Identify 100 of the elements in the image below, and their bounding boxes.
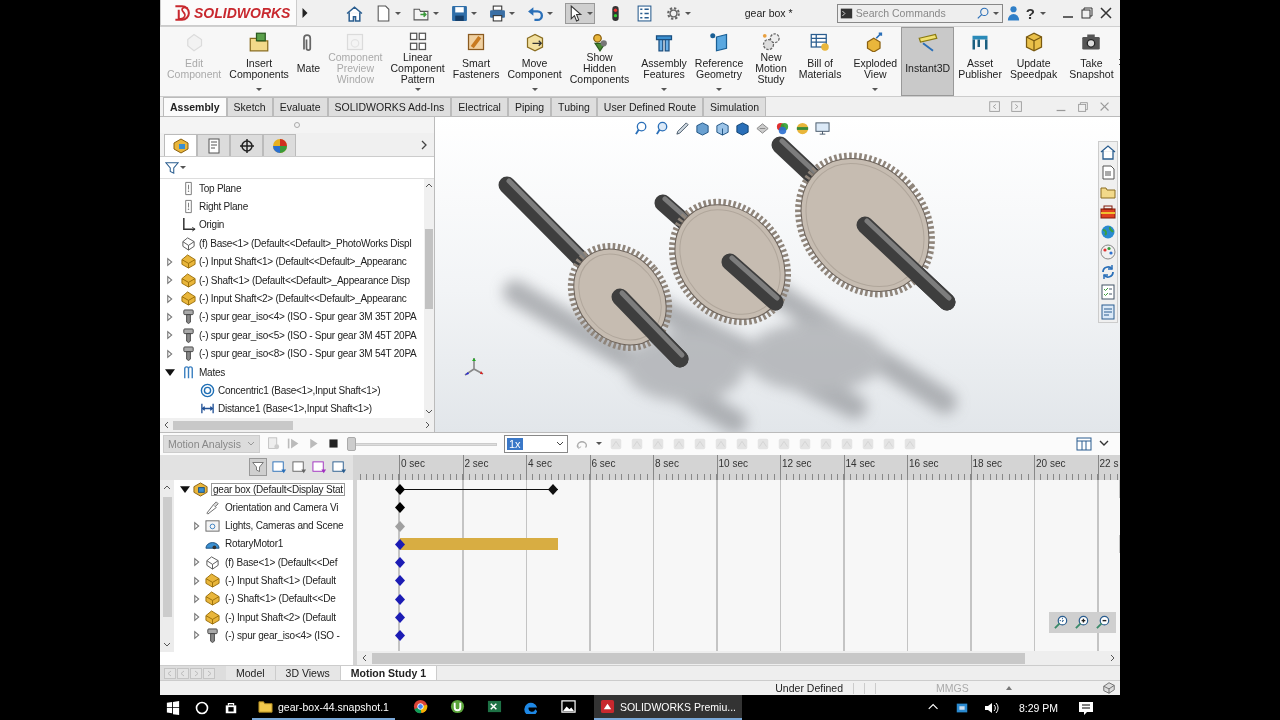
caret-icon[interactable] <box>414 87 421 91</box>
key-marker[interactable] <box>395 575 405 587</box>
ribbon-command[interactable]: Move Component <box>503 27 566 96</box>
scroll-left-icon[interactable] <box>163 421 170 429</box>
tree-item[interactable]: Distance1 (Base<1>,Input Shaft<1>) <box>218 403 372 415</box>
selected-filter-icon[interactable] <box>312 459 327 475</box>
caret-icon[interactable] <box>596 442 602 446</box>
taskbar-button[interactable]: SOLIDWORKS Premiu... <box>593 695 742 720</box>
save-icon[interactable] <box>451 4 469 22</box>
tree-item[interactable]: (-) spur gear_iso<4> (ISO - Spur gear 3M 35T 20PA <box>199 311 417 323</box>
tree-item[interactable]: (f) Base<1> (Default<<Default>_PhotoWorks Displ <box>199 237 412 249</box>
home-icon[interactable] <box>346 4 364 22</box>
ribbon-command[interactable]: Smart Fasteners <box>448 27 504 96</box>
cad-app-icon[interactable] <box>599 699 615 714</box>
caret-icon[interactable] <box>395 11 402 15</box>
ribbon-command[interactable]: Instant3D <box>901 27 955 96</box>
tree-item[interactable]: (-) spur gear_iso<4> (ISO - <box>223 628 342 642</box>
ribbon-command[interactable]: Bill of Materials <box>794 27 846 96</box>
driving-filter-icon[interactable] <box>292 459 307 475</box>
ribbon-tab[interactable]: Piping <box>507 97 552 116</box>
slider-thumb[interactable] <box>347 436 356 451</box>
view-orientation-icon[interactable] <box>715 121 730 136</box>
ribbon-command[interactable]: New Motion Study <box>751 27 791 96</box>
scroll-up-icon[interactable] <box>425 182 433 189</box>
ribbon-tab[interactable]: Sketch <box>226 97 273 116</box>
rebuild-status-icon[interactable] <box>1102 681 1116 695</box>
caret-icon[interactable] <box>256 87 263 91</box>
color-wheel-icon[interactable] <box>271 137 288 154</box>
caret-icon[interactable] <box>1040 11 1046 15</box>
caret-icon[interactable] <box>531 87 538 91</box>
notifications-icon[interactable] <box>1078 699 1094 716</box>
help-button[interactable]: ? <box>1023 4 1037 22</box>
caret-icon[interactable] <box>509 11 516 15</box>
folder-icon[interactable] <box>258 699 273 714</box>
restore-icon[interactable] <box>1079 5 1095 21</box>
user-icon[interactable] <box>1005 5 1021 21</box>
search-icon[interactable] <box>194 699 210 716</box>
results-filter-icon[interactable] <box>332 459 347 475</box>
ribbon-tab[interactable]: Assembly <box>163 97 227 116</box>
document-parts-icon[interactable] <box>1100 164 1116 180</box>
ribbon-command[interactable]: Assembly Features <box>637 27 691 96</box>
key-marker[interactable] <box>395 502 405 514</box>
playback-slider[interactable] <box>347 436 497 451</box>
clock[interactable]: 8:29 PM <box>1018 701 1058 714</box>
browser-icon[interactable] <box>412 699 428 714</box>
tree-item[interactable]: Top Plane <box>199 182 242 194</box>
torrent-icon[interactable] <box>449 699 465 714</box>
home-icon[interactable] <box>1100 144 1116 160</box>
tree-item[interactable]: Origin <box>199 219 225 231</box>
key-marker[interactable] <box>395 557 405 569</box>
caret-icon[interactable] <box>992 11 999 15</box>
section-view-icon[interactable] <box>695 121 710 136</box>
chevron-right-icon[interactable] <box>420 139 428 150</box>
taskbar-button[interactable]: gear-box-44.snapshot.1 <box>252 695 395 720</box>
timeline-table-icon[interactable] <box>1076 435 1092 452</box>
speed-dropdown[interactable]: 1x <box>504 434 568 453</box>
crosshair-icon[interactable] <box>238 137 255 154</box>
ribbon-tab[interactable]: Simulation <box>703 97 767 116</box>
ribbon-tab[interactable]: Evaluate <box>272 97 328 116</box>
tree-item[interactable]: Concentric1 (Base<1>,Input Shaft<1>) <box>218 385 381 396</box>
store-icon[interactable] <box>224 700 238 715</box>
search-input[interactable]: Search Commands <box>855 7 974 19</box>
feature-tree-tab[interactable] <box>164 134 197 156</box>
scroll-up-icon[interactable] <box>163 483 171 491</box>
tree-item[interactable]: Orientation and Camera Vi <box>223 500 341 514</box>
tree-item[interactable]: (-) Input Shaft<1> (Default<<Default>_Appearanc <box>199 256 407 268</box>
appearance-icon[interactable] <box>775 121 790 136</box>
ribbon-command[interactable]: Mate <box>292 27 325 96</box>
color-palette-icon[interactable] <box>1100 244 1116 260</box>
key-marker[interactable] <box>395 593 405 605</box>
ribbon-tab[interactable]: User Defined Route <box>596 97 704 116</box>
crosshair-tab[interactable] <box>230 134 263 156</box>
caret-icon[interactable] <box>587 11 594 15</box>
animated-filter-icon[interactable] <box>272 459 287 475</box>
ribbon-command[interactable]: Update Speedpak <box>1005 27 1062 96</box>
ribbon-tab[interactable]: Electrical <box>451 97 508 116</box>
collapse-arrow-icon[interactable] <box>180 484 190 495</box>
tree-item[interactable]: (-) Shaft<1> (Default<<Default>_Appearance Disp <box>199 274 410 286</box>
ribbon-command[interactable]: Reference Geometry <box>690 27 748 96</box>
tree-item[interactable]: (-) Input Shaft<2> (Default <box>223 610 338 624</box>
play-from-start-icon[interactable] <box>287 437 300 451</box>
color-wheel-tab[interactable] <box>263 134 296 156</box>
filter-button[interactable] <box>249 458 267 477</box>
key-marker[interactable] <box>395 538 405 550</box>
print-icon[interactable] <box>489 4 507 22</box>
tree-item[interactable]: (f) Base<1> (Default<<Def <box>223 555 340 569</box>
pencil-view-icon[interactable] <box>675 121 690 136</box>
toolbox-icon[interactable] <box>1100 204 1116 220</box>
property-sheet-icon[interactable] <box>205 137 222 154</box>
zoom-out-icon[interactable] <box>1096 615 1111 631</box>
ribbon-command[interactable]: Take Snapshot <box>1065 27 1118 96</box>
grip-icon[interactable] <box>293 121 301 129</box>
hide-show-icon[interactable] <box>755 121 770 136</box>
tree-item[interactable]: gear box (Default<Display Stat <box>211 482 345 496</box>
tree-item[interactable]: (-) Input Shaft<2> (Default<<Default>_Appearanc <box>199 293 407 305</box>
tree-item[interactable]: Lights, Cameras and Scene <box>223 519 346 533</box>
key-marker[interactable] <box>395 612 405 623</box>
key-marker[interactable] <box>395 483 405 495</box>
feature-tree-icon[interactable] <box>172 137 189 154</box>
horizontal-scrollbar[interactable] <box>160 418 434 432</box>
